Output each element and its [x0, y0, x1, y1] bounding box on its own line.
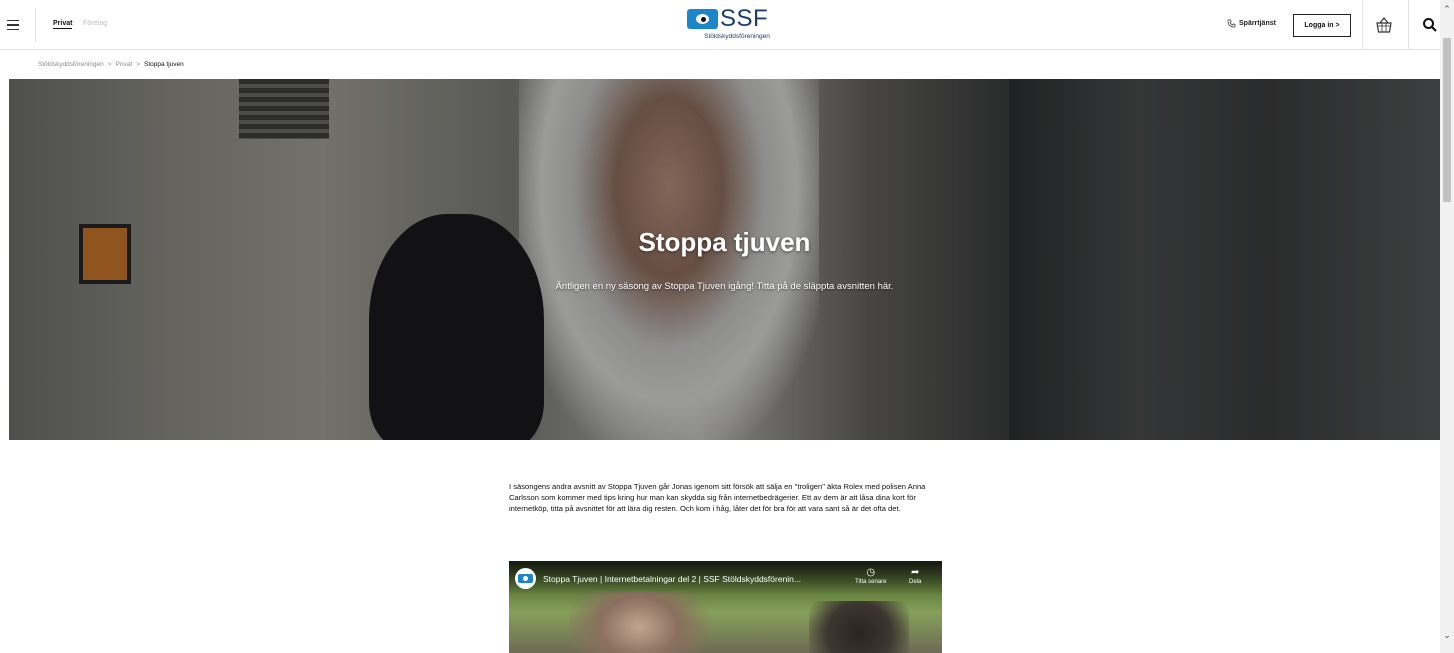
share-button[interactable]: ➦ Dela: [909, 567, 921, 585]
header-divider: [1408, 0, 1409, 50]
video-thumbnail-person: [569, 591, 709, 653]
article-body: I säsongens andra avsnitt av Stoppa Tjuv…: [509, 482, 926, 514]
watch-later-label: Titta senare: [855, 579, 887, 585]
segment-foretag[interactable]: Företag: [83, 20, 107, 27]
watch-later-button[interactable]: ◷ Titta senare: [855, 567, 886, 585]
search-icon[interactable]: [1422, 17, 1438, 33]
basket-icon[interactable]: [1374, 15, 1394, 35]
ssf-eye-icon: [687, 9, 718, 29]
ssf-logo[interactable]: SSF Stöldskyddsföreningen: [687, 5, 787, 47]
video-thumbnail-person: [809, 601, 909, 653]
share-label: Dela: [909, 579, 922, 585]
breadcrumb-separator: >: [107, 61, 112, 68]
logo-text: SSF: [720, 5, 769, 32]
logo-subtitle: Stöldskyddsföreningen: [704, 33, 770, 40]
clock-icon: ◷: [866, 567, 876, 578]
breadcrumb-item-home[interactable]: Stöldskyddsföreningen: [38, 61, 104, 68]
breadcrumb-separator: >: [136, 61, 140, 68]
header-divider: [1362, 0, 1363, 50]
login-button[interactable]: Logga in >: [1293, 14, 1351, 37]
sparrtjanst-link[interactable]: Spärrtjänst: [1227, 19, 1276, 28]
scroll-down-arrow-icon[interactable]: ⌄: [1440, 628, 1454, 642]
page-scrollbar[interactable]: ⌃ ⌄: [1440, 0, 1454, 653]
hero-subtitle: Äntligen en ny säsong av Stoppa Tjuven i…: [555, 281, 894, 292]
site-header: Privat Företag SSF Stöldskyddsföreningen…: [0, 0, 1440, 50]
segment-privat[interactable]: Privat: [53, 20, 73, 29]
breadcrumb: Stöldskyddsföreningen > Privat > Stoppa …: [38, 61, 184, 68]
share-icon: ➦: [910, 567, 920, 578]
hero-title: Stoppa tjuven: [638, 227, 811, 257]
phone-icon: [1227, 19, 1236, 28]
youtube-video-embed[interactable]: Stoppa Tjuven | Internetbetalningar del …: [509, 561, 942, 653]
breadcrumb-item-privat[interactable]: Privat: [116, 61, 133, 68]
hamburger-menu-icon[interactable]: [0, 0, 26, 50]
channel-avatar-icon[interactable]: [515, 568, 536, 589]
video-title[interactable]: Stoppa Tjuven | Internetbetalningar del …: [543, 574, 843, 584]
scroll-up-arrow-icon[interactable]: ⌃: [1440, 2, 1454, 16]
breadcrumb-item-current: Stoppa tjuven: [143, 61, 184, 68]
header-divider: [35, 8, 36, 42]
sparrtjanst-label: Spärrtjänst: [1239, 20, 1276, 27]
scroll-thumb[interactable]: [1443, 38, 1451, 202]
hero-overlay: [9, 79, 1440, 440]
hero-banner: Stoppa tjuven Äntligen en ny säsong av S…: [9, 79, 1440, 440]
